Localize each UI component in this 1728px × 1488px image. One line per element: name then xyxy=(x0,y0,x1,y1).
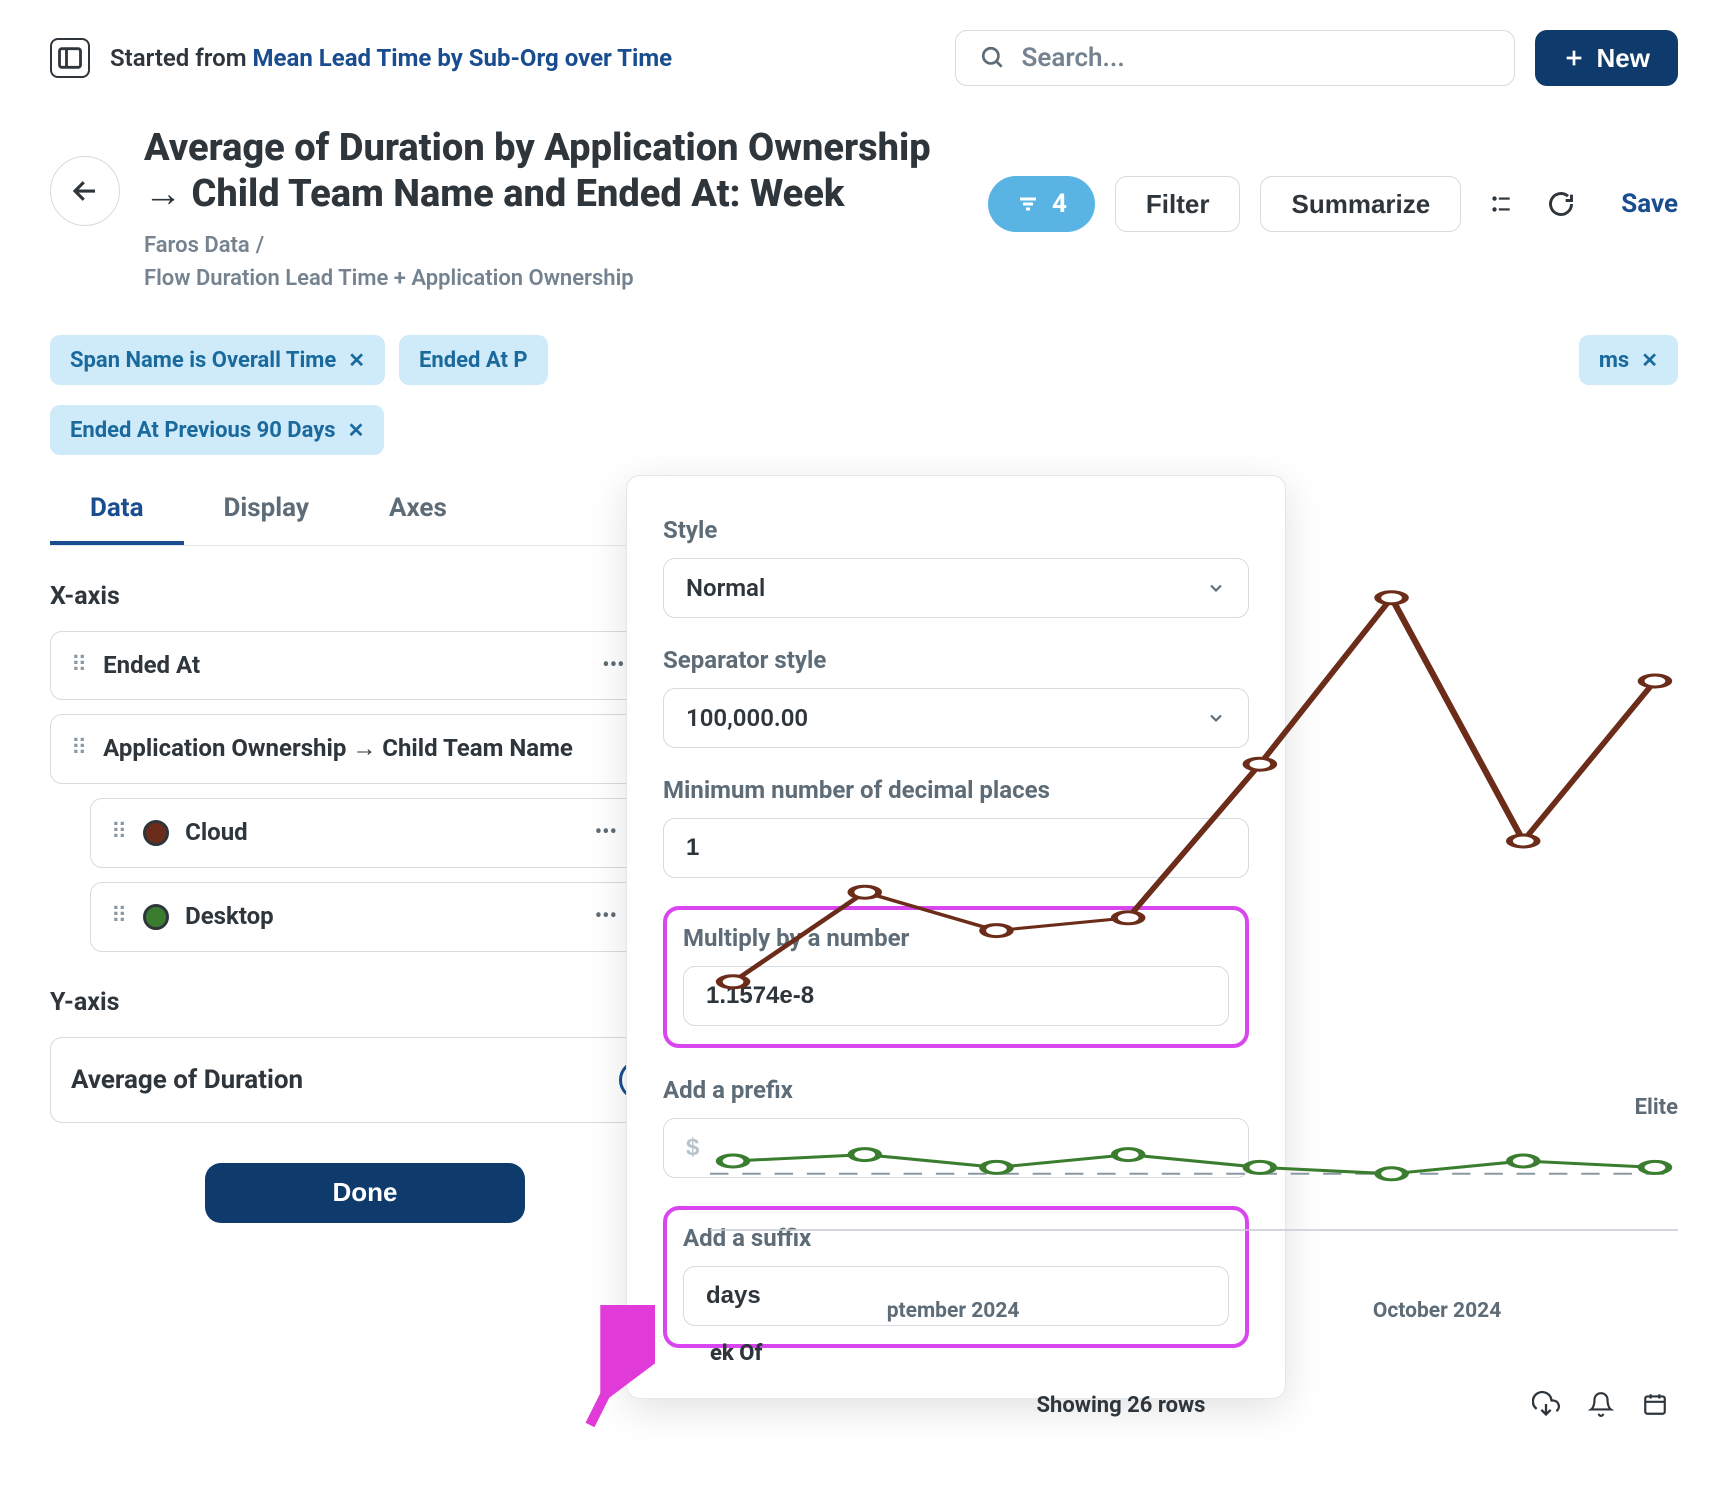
x-axis-title: ek Of xyxy=(710,1341,1678,1366)
filter-pill[interactable]: Ended At Previous 90 Days✕ xyxy=(50,405,384,455)
color-swatch-icon xyxy=(143,820,169,846)
search-icon xyxy=(980,45,1006,71)
search-input[interactable]: Search... xyxy=(955,30,1515,86)
filter-pill[interactable]: Ended At P xyxy=(399,335,548,385)
more-icon[interactable]: ••• xyxy=(595,820,617,845)
x-tick-label: ptember 2024 xyxy=(887,1299,1020,1323)
elite-annotation: Elite xyxy=(1635,1095,1678,1120)
close-icon[interactable]: ✕ xyxy=(348,418,365,442)
tab-axes[interactable]: Axes xyxy=(349,475,487,545)
xaxis-field-team-name[interactable]: ⠿ Application Ownership → Child Team Nam… xyxy=(50,714,680,783)
series-cloud[interactable]: ⠿ Cloud ••• xyxy=(90,798,680,868)
drag-handle-icon[interactable]: ⠿ xyxy=(111,904,127,929)
tab-display[interactable]: Display xyxy=(184,475,349,545)
new-button[interactable]: New xyxy=(1535,30,1678,86)
drag-handle-icon[interactable]: ⠿ xyxy=(111,820,127,845)
save-button[interactable]: Save xyxy=(1621,189,1678,219)
color-swatch-icon xyxy=(143,904,169,930)
row-count: Showing 26 rows xyxy=(1037,1392,1206,1421)
back-button[interactable] xyxy=(50,156,120,226)
drag-handle-icon[interactable]: ⠿ xyxy=(71,736,87,761)
panel-toggle-button[interactable] xyxy=(50,38,90,78)
y-axis-label: Y-axis xyxy=(50,988,680,1017)
close-icon[interactable]: ✕ xyxy=(348,348,365,372)
filter-pill[interactable]: Span Name is Overall Time✕ xyxy=(50,335,385,385)
started-from-link[interactable]: Mean Lead Time by Sub-Org over Time xyxy=(253,44,673,72)
filter-button[interactable]: Filter xyxy=(1115,176,1241,232)
drag-handle-icon[interactable]: ⠿ xyxy=(71,653,87,678)
tab-data[interactable]: Data xyxy=(50,475,184,545)
arrow-left-icon xyxy=(70,176,100,206)
line-chart xyxy=(710,525,1678,1285)
close-icon[interactable]: ✕ xyxy=(1641,348,1658,372)
calendar-icon[interactable] xyxy=(1642,1391,1668,1421)
download-icon[interactable] xyxy=(1532,1390,1560,1422)
filter-icon xyxy=(1016,192,1040,216)
bell-icon[interactable] xyxy=(1588,1391,1614,1421)
page-title: Average of Duration by Application Owner… xyxy=(144,126,964,217)
editor-icon[interactable] xyxy=(1481,184,1521,224)
x-axis-label: X-axis xyxy=(50,582,680,611)
plus-icon xyxy=(1563,47,1585,69)
started-from-text: Started from Mean Lead Time by Sub-Org o… xyxy=(110,44,935,72)
series-desktop[interactable]: ⠿ Desktop ••• xyxy=(90,882,680,952)
search-placeholder: Search... xyxy=(1022,43,1125,73)
xaxis-field-ended-at[interactable]: ⠿ Ended At ••• ✕ xyxy=(50,631,680,700)
breadcrumb: Faros Data/ Flow Duration Lead Time + Ap… xyxy=(144,229,964,295)
yaxis-field-avg-duration[interactable]: Average of Duration ••• xyxy=(50,1037,680,1123)
filter-count-pill[interactable]: 4 xyxy=(988,176,1095,232)
more-icon[interactable]: ••• xyxy=(595,904,617,929)
more-icon[interactable]: ••• xyxy=(602,653,624,678)
x-tick-label: October 2024 xyxy=(1373,1299,1501,1323)
summarize-button[interactable]: Summarize xyxy=(1260,176,1461,232)
refresh-icon[interactable] xyxy=(1541,184,1581,224)
filter-pill[interactable]: ms✕ xyxy=(1579,335,1678,385)
done-button[interactable]: Done xyxy=(205,1163,525,1223)
